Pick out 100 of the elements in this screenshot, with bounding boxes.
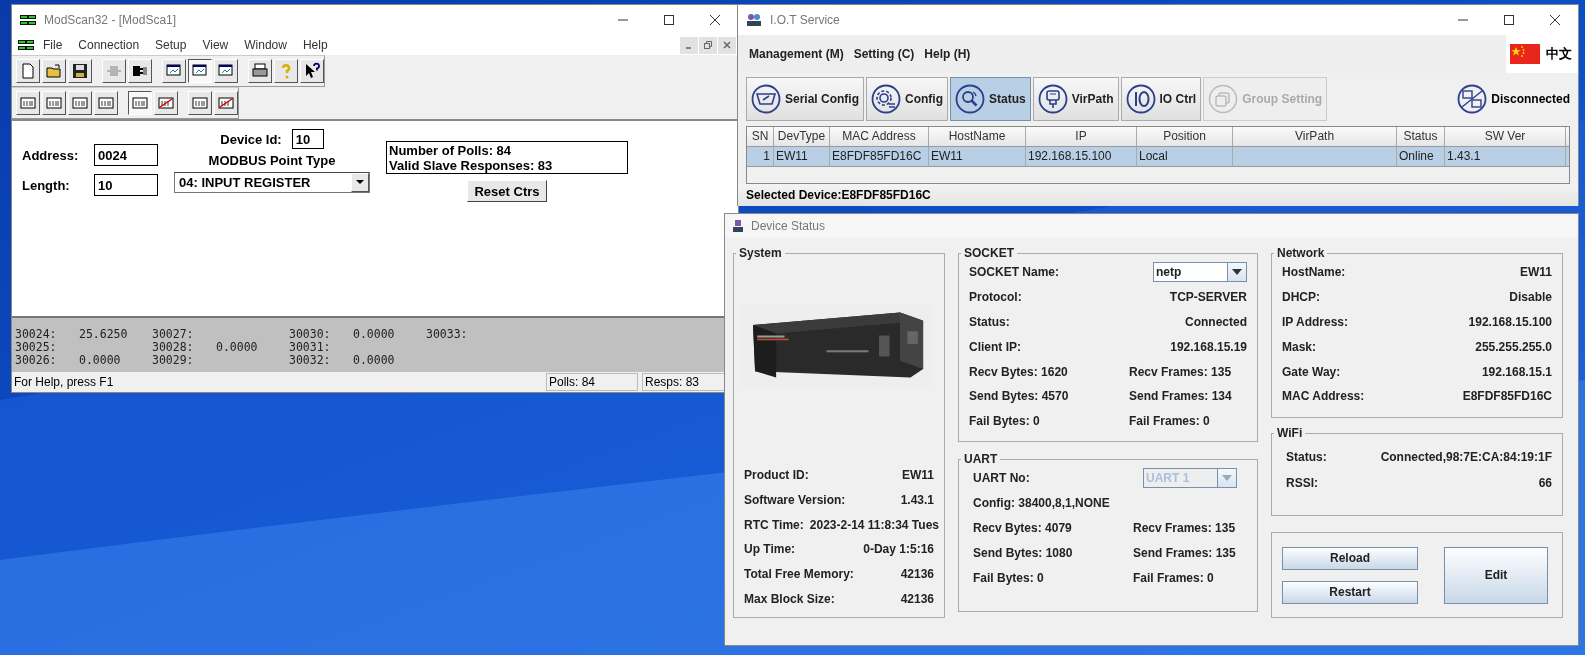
length-field[interactable]: 10 bbox=[94, 174, 158, 196]
table-cell: EW11 bbox=[774, 147, 830, 166]
group-title: UART bbox=[963, 452, 999, 466]
toolbar-button[interactable]: Config bbox=[866, 77, 948, 121]
field-label: Total Free Memory: bbox=[744, 567, 854, 582]
menu-item[interactable]: View bbox=[195, 38, 236, 52]
field-value: 192.168.15.100 bbox=[1468, 315, 1552, 329]
table-cell: EW11 bbox=[929, 147, 1026, 166]
edit-button[interactable]: Edit bbox=[1444, 546, 1548, 604]
field-value: 0-Day 1:5:16 bbox=[863, 542, 934, 557]
register-address: 30024: bbox=[15, 328, 58, 341]
table-cell: Online bbox=[1397, 147, 1445, 166]
config-text: Config: 38400,8,1,NONE bbox=[973, 496, 1110, 511]
field-label: SOCKET Name: bbox=[969, 265, 1060, 280]
group-title: Network bbox=[1276, 246, 1326, 260]
menu-item[interactable]: Help bbox=[295, 38, 335, 52]
connection-status: Disconnected bbox=[1457, 84, 1570, 114]
column-header[interactable]: SW Ver bbox=[1445, 127, 1566, 146]
device-id-field[interactable]: 10 bbox=[291, 129, 324, 149]
socket-name-dropdown[interactable]: netp bbox=[1153, 262, 1247, 283]
point-type-dropdown[interactable]: 04: INPUT REGISTER bbox=[174, 172, 370, 193]
close-button[interactable] bbox=[718, 36, 736, 54]
responses-count: Valid Slave Responses: 83 bbox=[389, 157, 554, 173]
toolbar-button[interactable]: Serial Config bbox=[746, 77, 864, 121]
table-row[interactable]: 1 EW11 E8FDF85FD16C EW11 192.168.15.100 Local Online 1.43.1 bbox=[747, 147, 1569, 166]
field-value: E8FDF85FD16C bbox=[1462, 389, 1552, 404]
table-cell: 192.168.15.100 bbox=[1026, 147, 1137, 166]
counter-text: Fail Frames: 0 bbox=[1129, 414, 1211, 429]
plug-icon bbox=[1037, 84, 1068, 114]
menu-item[interactable]: Management (M) bbox=[744, 47, 849, 61]
close-icon bbox=[723, 41, 731, 49]
counter-text: Recv Bytes: 4079 bbox=[973, 521, 1073, 535]
maximize-icon bbox=[663, 14, 675, 26]
address-label: Address: bbox=[22, 147, 80, 163]
menu-item[interactable]: Setting (C) bbox=[848, 47, 920, 61]
pointer-help-icon bbox=[303, 62, 321, 80]
counter-text: Send Bytes: 1080 bbox=[973, 545, 1074, 560]
save-icon bbox=[71, 62, 89, 80]
toolbar-button[interactable]: Status bbox=[950, 77, 1031, 121]
toolbar-button[interactable]: VirPath bbox=[1032, 77, 1119, 121]
field-label: Up Time: bbox=[744, 542, 796, 557]
field-label: Protocol: bbox=[969, 290, 1022, 305]
column-header[interactable]: HostName bbox=[929, 127, 1026, 146]
field-value: EW11 bbox=[1520, 265, 1552, 280]
field-value: 192.168.15.19 bbox=[1170, 339, 1247, 354]
counter-text: Fail Frames: 0 bbox=[1133, 570, 1215, 585]
field-value: 66 bbox=[1538, 476, 1552, 490]
close-icon bbox=[709, 14, 721, 26]
polls-status: Polls: 84 bbox=[546, 373, 638, 391]
column-header[interactable]: Status bbox=[1397, 127, 1445, 146]
field-value: Disable bbox=[1509, 290, 1552, 305]
menu-item[interactable]: File bbox=[36, 38, 70, 52]
field-value: 255.255.255.0 bbox=[1475, 339, 1552, 354]
column-header[interactable]: Position bbox=[1137, 127, 1233, 146]
counter-text: Send Frames: 135 bbox=[1133, 545, 1237, 560]
bar-and-ring-icon bbox=[1125, 84, 1156, 114]
register-value: 0.0000 bbox=[353, 328, 395, 341]
language-button[interactable]: 中文 bbox=[1506, 35, 1578, 73]
toolbar-button[interactable] bbox=[188, 59, 212, 83]
reset-counters-button[interactable]: Reset Ctrs bbox=[467, 180, 547, 202]
column-header[interactable]: VirPath bbox=[1233, 127, 1397, 146]
column-header[interactable]: MAC Address bbox=[830, 127, 929, 146]
device-id-label: Device Id: bbox=[220, 131, 282, 147]
register-address: 30026: bbox=[15, 354, 58, 367]
toolbar-button[interactable] bbox=[128, 91, 152, 115]
column-header[interactable]: IP bbox=[1026, 127, 1137, 146]
table-cell: Local bbox=[1137, 147, 1233, 166]
field-value: 42136 bbox=[900, 567, 934, 582]
field-label: RSSI: bbox=[1286, 476, 1318, 490]
menu-item[interactable]: Setup bbox=[148, 38, 194, 52]
field-label: Product ID: bbox=[744, 468, 809, 483]
stacked-squares-icon bbox=[1208, 84, 1239, 114]
counter-text: Recv Bytes: 1620 bbox=[969, 364, 1069, 379]
network-disconnected-icon bbox=[1457, 84, 1488, 114]
field-label: Max Block Size: bbox=[744, 591, 835, 606]
field-value: 1.43.1 bbox=[900, 493, 934, 508]
field-label: Client IP: bbox=[969, 339, 1021, 354]
counter-text: Send Frames: 134 bbox=[1129, 389, 1233, 404]
restore-button[interactable] bbox=[699, 36, 717, 54]
minimize-button[interactable] bbox=[680, 36, 698, 54]
column-header[interactable]: DevType bbox=[774, 127, 830, 146]
column-header[interactable]: SN bbox=[747, 127, 774, 146]
register-address: 30027: bbox=[152, 328, 195, 341]
field-value: 42136 bbox=[900, 591, 934, 606]
format-icon bbox=[132, 96, 148, 110]
menu-item[interactable]: Connection bbox=[71, 38, 147, 52]
reload-button[interactable]: Reload bbox=[1282, 546, 1418, 570]
menu-item[interactable]: Window bbox=[237, 38, 294, 52]
menu-item[interactable]: Help (H) bbox=[919, 47, 976, 61]
field-label: HostName: bbox=[1282, 265, 1346, 280]
folder-icon bbox=[45, 62, 63, 80]
toolbar-button[interactable]: IO Ctrl bbox=[1120, 77, 1202, 121]
length-label: Length: bbox=[22, 177, 71, 193]
restart-button[interactable]: Restart bbox=[1282, 580, 1418, 604]
register-address: 30029: bbox=[152, 354, 195, 367]
format-icon bbox=[46, 96, 62, 110]
address-field[interactable]: 0024 bbox=[94, 144, 158, 166]
field-value: Connected,98:7E:CA:84:19:1F bbox=[1380, 450, 1552, 464]
caret-icon bbox=[1222, 475, 1232, 482]
format-icon bbox=[20, 96, 36, 110]
